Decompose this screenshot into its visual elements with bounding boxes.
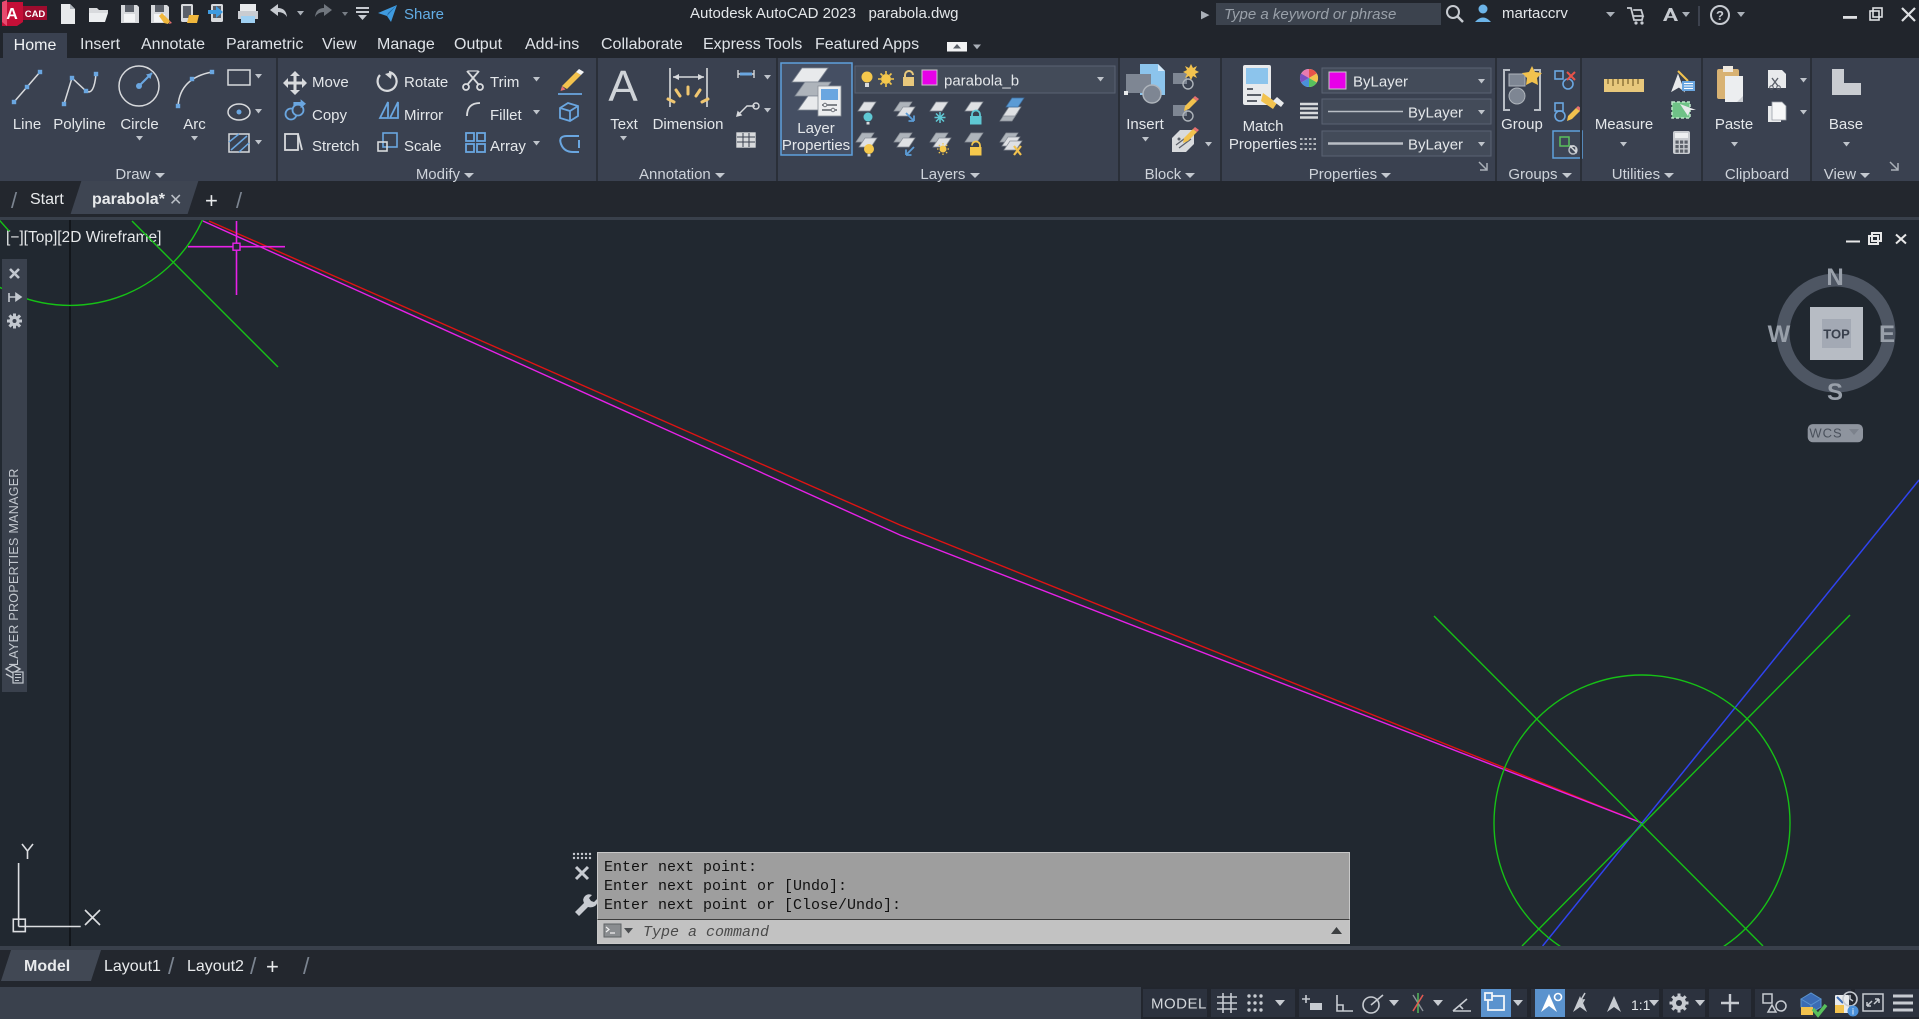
svg-text:Mirror: Mirror — [404, 107, 443, 124]
svg-text:Arc: Arc — [183, 116, 206, 133]
svg-text:martaccrv: martaccrv — [1502, 5, 1568, 22]
svg-text:Copy: Copy — [312, 107, 348, 124]
svg-text:i: i — [1852, 1007, 1854, 1017]
svg-text:Fillet: Fillet — [490, 107, 523, 124]
svg-text:Rotate: Rotate — [404, 74, 448, 91]
svg-text:MODEL: MODEL — [1151, 996, 1207, 1013]
svg-text:Match: Match — [1243, 118, 1284, 135]
svg-text:ByLayer: ByLayer — [1408, 105, 1463, 122]
svg-text:Move: Move — [312, 74, 349, 91]
svg-text:WCS: WCS — [1809, 426, 1842, 441]
svg-text:Properties: Properties — [782, 137, 850, 154]
svg-text:Base: Base — [1829, 116, 1863, 133]
svg-text:Line: Line — [13, 116, 41, 133]
svg-text:Polyline: Polyline — [53, 116, 106, 133]
svg-text:1:1: 1:1 — [1631, 997, 1651, 1013]
svg-text:ByLayer: ByLayer — [1353, 74, 1408, 91]
svg-text:Paste: Paste — [1715, 116, 1753, 133]
svg-text:W: W — [1768, 321, 1791, 348]
svg-text:A: A — [6, 6, 18, 23]
svg-text:S: S — [1827, 379, 1843, 406]
svg-text:Share: Share — [404, 6, 444, 23]
svg-text:Group: Group — [1501, 116, 1543, 133]
svg-text:Insert: Insert — [1126, 116, 1164, 133]
svg-text:ByLayer: ByLayer — [1408, 137, 1463, 154]
svg-text:Trim: Trim — [490, 74, 519, 91]
svg-text:Layer: Layer — [797, 120, 835, 137]
svg-text:N: N — [1826, 264, 1843, 291]
svg-text:Properties: Properties — [1229, 136, 1297, 153]
svg-text:CAD: CAD — [25, 9, 46, 20]
svg-text:Text: Text — [610, 116, 638, 133]
svg-text:TOP: TOP — [1823, 327, 1850, 342]
svg-text:Scale: Scale — [404, 138, 442, 155]
svg-text:parabola_b: parabola_b — [944, 73, 1019, 90]
svg-text:?: ? — [1716, 8, 1724, 23]
svg-text:E: E — [1879, 321, 1895, 348]
svg-text:Array: Array — [490, 138, 526, 155]
svg-text:Measure: Measure — [1595, 116, 1653, 133]
svg-text:Dimension: Dimension — [653, 116, 724, 133]
svg-text:Stretch: Stretch — [312, 138, 360, 155]
svg-text:A: A — [608, 62, 638, 111]
svg-text:Circle: Circle — [120, 116, 158, 133]
